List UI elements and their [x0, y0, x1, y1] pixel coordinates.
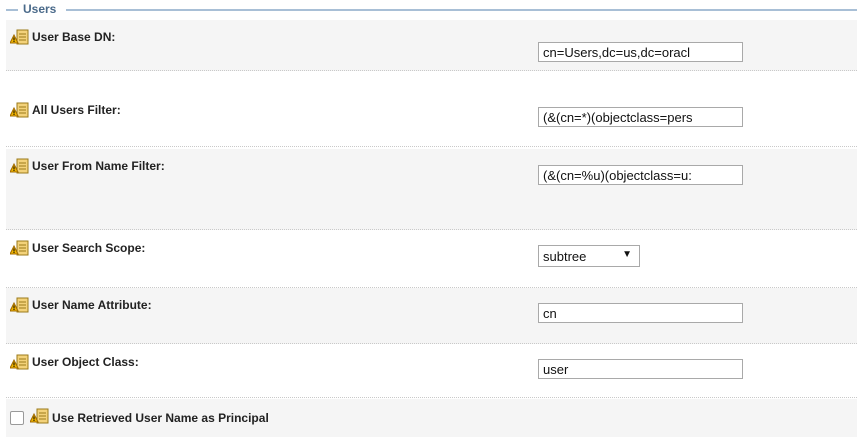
users-section-header: Users	[0, 0, 857, 20]
warning-config-icon	[10, 102, 29, 118]
row-user-search-scope: User Search Scope: subtree ▼	[6, 231, 857, 288]
triangle-down-icon: ▼	[622, 249, 632, 260]
all-users-filter-label: All Users Filter:	[32, 103, 121, 117]
use-retrieved-user-name-checkbox[interactable]	[10, 411, 24, 425]
user-search-scope-value: subtree	[543, 249, 587, 264]
row-user-base-dn: User Base DN: cn=Users,dc=us,dc=oracl	[6, 20, 857, 71]
user-base-dn-input[interactable]: cn=Users,dc=us,dc=oracl	[538, 42, 743, 62]
warning-config-icon	[10, 240, 29, 256]
legend-line-left	[6, 9, 18, 11]
section-title: Users	[23, 2, 57, 16]
user-base-dn-label: User Base DN:	[32, 30, 116, 44]
legend-line-right	[66, 9, 857, 11]
user-search-scope-label: User Search Scope:	[32, 241, 146, 255]
user-from-name-filter-input[interactable]: (&(cn=%u)(objectclass=u:	[538, 165, 743, 185]
row-user-name-attribute: User Name Attribute: cn	[6, 288, 857, 344]
user-object-class-input[interactable]: user	[538, 359, 743, 379]
user-search-scope-select[interactable]: subtree ▼	[538, 245, 640, 267]
row-user-object-class: User Object Class: user	[6, 345, 857, 398]
user-from-name-filter-label: User From Name Filter:	[32, 159, 165, 173]
warning-config-icon	[30, 408, 49, 424]
warning-config-icon	[10, 354, 29, 370]
user-name-attribute-input[interactable]: cn	[538, 303, 743, 323]
row-all-users-filter: All Users Filter: (&(cn=*)(objectclass=p…	[6, 93, 857, 147]
warning-config-icon	[10, 158, 29, 174]
warning-config-icon	[10, 29, 29, 45]
warning-config-icon	[10, 297, 29, 313]
use-retrieved-user-name-label: Use Retrieved User Name as Principal	[52, 411, 269, 425]
all-users-filter-input[interactable]: (&(cn=*)(objectclass=pers	[538, 107, 743, 127]
user-name-attribute-label: User Name Attribute:	[32, 298, 152, 312]
user-object-class-label: User Object Class:	[32, 355, 139, 369]
row-user-from-name-filter: User From Name Filter: (&(cn=%u)(objectc…	[6, 149, 857, 230]
row-use-retrieved-user-name: Use Retrieved User Name as Principal	[6, 399, 857, 437]
